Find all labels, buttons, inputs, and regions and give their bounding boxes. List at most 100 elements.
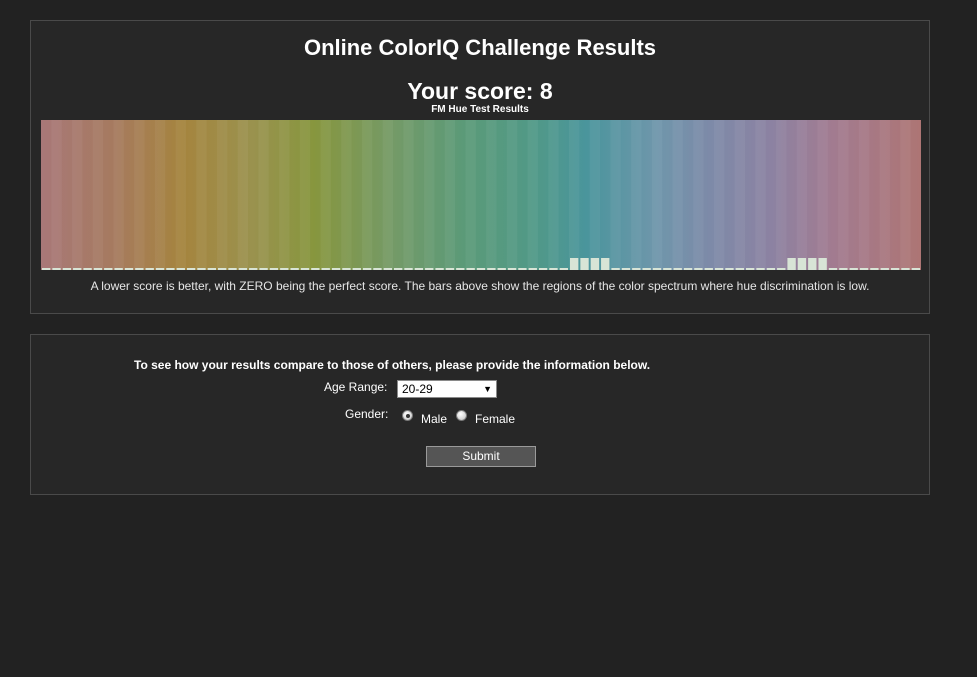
hue-baseline-tick: [155, 268, 165, 270]
hue-baseline-tick: [362, 268, 372, 270]
hue-baseline-tick: [611, 268, 620, 270]
hue-baseline-tick: [311, 268, 320, 270]
spectrum-stripe: [424, 120, 435, 270]
age-range-label: Age Range:: [324, 380, 388, 394]
hue-baseline-tick: [663, 268, 672, 270]
hue-baseline-tick: [404, 268, 413, 270]
hue-baseline-tick: [93, 268, 103, 270]
hue-baseline-tick: [445, 268, 455, 270]
spectrum-stripe: [341, 120, 352, 270]
chart-title: FM Hue Test Results: [431, 104, 529, 115]
hue-bar: [818, 258, 827, 270]
hue-baseline-tick: [176, 268, 185, 270]
hue-baseline-tick: [259, 268, 268, 270]
hue-bar: [797, 258, 807, 270]
spectrum-stripe: [486, 120, 497, 270]
age-range-select[interactable]: 20-29 ▼: [397, 380, 497, 398]
hue-baseline-tick: [859, 268, 869, 270]
spectrum-stripe: [651, 120, 663, 270]
spectrum-stripe: [858, 120, 870, 270]
spectrum-stripe: [589, 120, 601, 270]
hue-bar: [590, 258, 600, 270]
hue-baseline-tick: [673, 268, 682, 270]
spectrum-stripe: [713, 120, 725, 270]
hue-baseline-tick: [559, 268, 568, 270]
hue-baseline-tick: [538, 268, 548, 270]
hue-baseline-tick: [62, 268, 72, 270]
score-footnote: A lower score is better, with ZERO being…: [90, 279, 870, 293]
age-range-value: 20-29: [402, 382, 433, 396]
hue-baseline-tick: [456, 268, 465, 270]
hue-baseline-tick: [652, 268, 662, 270]
hue-baseline-tick: [777, 268, 786, 270]
hue-baseline-tick: [114, 268, 123, 270]
hue-baseline-tick: [756, 268, 765, 270]
page-title: Online ColorIQ Challenge Results: [303, 35, 657, 60]
hue-baseline-tick: [435, 268, 444, 270]
spectrum-stripe: [465, 120, 476, 270]
results-panel: Online ColorIQ Challenge Results Your sc…: [30, 20, 930, 314]
hue-baseline-tick: [197, 268, 206, 270]
gender-female-label[interactable]: Female: [475, 412, 515, 426]
spectrum-stripe: [693, 120, 704, 270]
spectrum-stripe: [175, 120, 186, 270]
spectrum-stripe: [92, 120, 104, 270]
spectrum-stripe: [755, 120, 766, 270]
hue-baseline-tick: [124, 268, 134, 270]
hue-baseline-tick: [249, 268, 258, 270]
hue-baseline-tick: [880, 268, 889, 270]
hue-spectrum-chart: [41, 120, 921, 270]
hue-baseline-tick: [766, 268, 776, 270]
hue-baseline-tick: [83, 268, 92, 270]
hue-baseline-tick: [507, 268, 517, 270]
hue-baseline-tick: [621, 268, 631, 270]
dropdown-arrow-icon: ▼: [483, 384, 492, 394]
hue-baseline-tick: [228, 268, 237, 270]
spectrum-stripe: [879, 120, 890, 270]
spectrum-stripe: [258, 120, 269, 270]
hue-bar: [601, 258, 610, 270]
hue-baseline-tick: [207, 268, 216, 270]
spectrum-stripe: [382, 120, 393, 270]
hue-bar: [787, 258, 796, 270]
hue-baseline-tick: [394, 268, 403, 270]
spectrum-stripe: [196, 120, 207, 270]
hue-baseline-tick: [828, 268, 838, 270]
hue-baseline-tick: [890, 268, 900, 270]
hue-baseline-tick: [290, 268, 299, 270]
hue-baseline-tick: [425, 268, 434, 270]
hue-baseline-tick: [911, 268, 920, 270]
hue-baseline-tick: [342, 268, 351, 270]
gender-male-label[interactable]: Male: [421, 412, 447, 426]
hue-baseline-tick: [352, 268, 361, 270]
spectrum-stripe: [51, 120, 62, 270]
submit-button[interactable]: Submit: [426, 446, 536, 467]
hue-baseline-tick: [839, 268, 848, 270]
spectrum-background: [41, 120, 921, 270]
hue-bar: [808, 258, 817, 270]
hue-baseline-tick: [497, 268, 506, 270]
spectrum-stripe: [610, 120, 621, 270]
hue-baseline-tick: [746, 268, 755, 270]
hue-baseline-tick: [714, 268, 724, 270]
spectrum-stripe: [72, 120, 83, 270]
hue-baseline-tick: [73, 268, 82, 270]
spectrum-stripe: [299, 120, 311, 270]
hue-baseline-tick: [518, 268, 527, 270]
hue-baseline-tick: [704, 268, 713, 270]
hue-baseline-tick: [135, 268, 144, 270]
spectrum-stripe: [796, 120, 808, 270]
gender-female-radio[interactable]: [456, 410, 467, 421]
spectrum-stripe: [154, 120, 166, 270]
spectrum-stripe: [134, 120, 145, 270]
spectrum-stripe: [817, 120, 828, 270]
gender-male-radio[interactable]: [402, 410, 413, 421]
hue-baseline-tick: [238, 268, 248, 270]
spectrum-stripe: [113, 120, 124, 270]
spectrum-stripe: [279, 120, 290, 270]
hue-baseline-tick: [300, 268, 310, 270]
hue-baseline-tick: [528, 268, 537, 270]
hue-baseline-tick: [331, 268, 341, 270]
hue-baseline-tick: [849, 268, 858, 270]
hue-bar: [580, 258, 589, 270]
